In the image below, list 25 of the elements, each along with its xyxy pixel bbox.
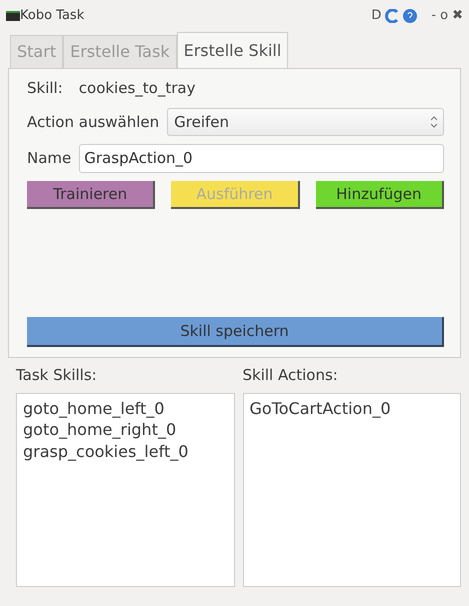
train-button[interactable]: Trainieren (27, 180, 156, 209)
window-title: Kobo Task (20, 7, 84, 26)
list-item[interactable]: GoToCartAction_0 (250, 398, 391, 420)
add-button[interactable]: Hinzufügen (316, 180, 444, 209)
d-glyph: D (371, 7, 382, 26)
name-field[interactable]: GraspAction_0 (79, 144, 444, 172)
minimize-button[interactable]: - (431, 6, 436, 26)
help-icon (403, 9, 418, 23)
list-label: Task Skills: (16, 365, 98, 386)
app-icon (6, 11, 20, 21)
list-item[interactable]: grasp_cookies_left_0 (23, 440, 188, 462)
list-item[interactable]: goto_home_right_0 (23, 419, 176, 441)
tab[interactable]: Erstelle Skill (176, 32, 288, 68)
skill-label: Skill: (27, 78, 63, 99)
list-item[interactable]: goto_home_left_0 (23, 398, 164, 420)
list-label: Skill Actions: (242, 365, 339, 386)
maximize-button[interactable]: o (440, 6, 448, 26)
skill-name: cookies_to_tray (78, 78, 196, 99)
action-label: Action auswählen (27, 112, 160, 132)
action-dropdown[interactable]: Greifen (167, 108, 444, 136)
save-skill-button[interactable]: Skill speichern (27, 316, 444, 347)
close-button[interactable]: ✖ (452, 6, 463, 26)
spinner-arrows-icon (431, 116, 437, 128)
name-label: Name (27, 148, 72, 169)
c-logo-icon (385, 9, 400, 23)
